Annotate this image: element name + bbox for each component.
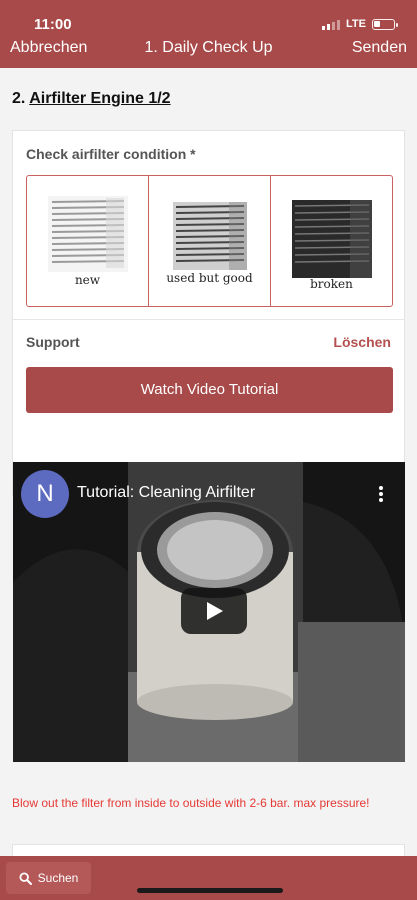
airfilter-new-image <box>47 196 128 272</box>
divider <box>13 319 404 320</box>
network-type: LTE <box>346 18 366 30</box>
airfilter-broken-image <box>291 200 372 278</box>
section-name: Airfilter Engine 1/2 <box>29 90 171 107</box>
option-used-caption: used but good <box>166 271 253 285</box>
main-content[interactable]: 2. Airfilter Engine 1/2 Check airfilter … <box>0 68 417 858</box>
video-title[interactable]: Tutorial: Cleaning Airfilter <box>77 484 255 502</box>
cellular-signal-icon <box>322 19 341 30</box>
section-title: 2. Airfilter Engine 1/2 <box>12 90 171 108</box>
more-vertical-icon[interactable] <box>379 486 383 502</box>
condition-options: new used but good broken <box>26 175 393 307</box>
home-indicator <box>137 888 283 893</box>
support-label: Support <box>26 334 80 350</box>
video-player[interactable]: N Tutorial: Cleaning Airfilter <box>13 462 405 762</box>
section-number: 2. <box>12 90 26 107</box>
search-icon <box>19 871 32 885</box>
condition-label: Check airfilter condition * <box>26 146 196 162</box>
clear-button[interactable]: Löschen <box>333 334 391 350</box>
play-icon[interactable] <box>181 588 247 634</box>
option-broken[interactable]: broken <box>271 176 392 306</box>
battery-low-icon <box>372 18 398 30</box>
send-button[interactable]: Senden <box>352 39 407 57</box>
option-new[interactable]: new <box>27 176 149 306</box>
watch-video-tutorial-button[interactable]: Watch Video Tutorial <box>26 367 393 413</box>
status-indicators: LTE <box>322 18 398 30</box>
airfilter-used-image <box>172 202 247 270</box>
channel-avatar[interactable]: N <box>21 470 69 518</box>
search-button[interactable]: Suchen <box>6 862 91 894</box>
option-new-caption: new <box>74 273 101 287</box>
search-label: Suchen <box>37 871 79 885</box>
bottom-bar: Suchen <box>0 856 417 900</box>
instruction-text: Blow out the filter from inside to outsi… <box>12 796 370 810</box>
status-time: 11:00 <box>34 16 72 33</box>
airfilter-check-card: Check airfilter condition * new used but… <box>12 130 405 496</box>
top-navigation-bar: 11:00 LTE Abbrechen 1. Daily Check Up Se… <box>0 0 417 68</box>
option-used-but-good[interactable]: used but good <box>149 176 271 306</box>
option-broken-caption: broken <box>310 277 353 291</box>
